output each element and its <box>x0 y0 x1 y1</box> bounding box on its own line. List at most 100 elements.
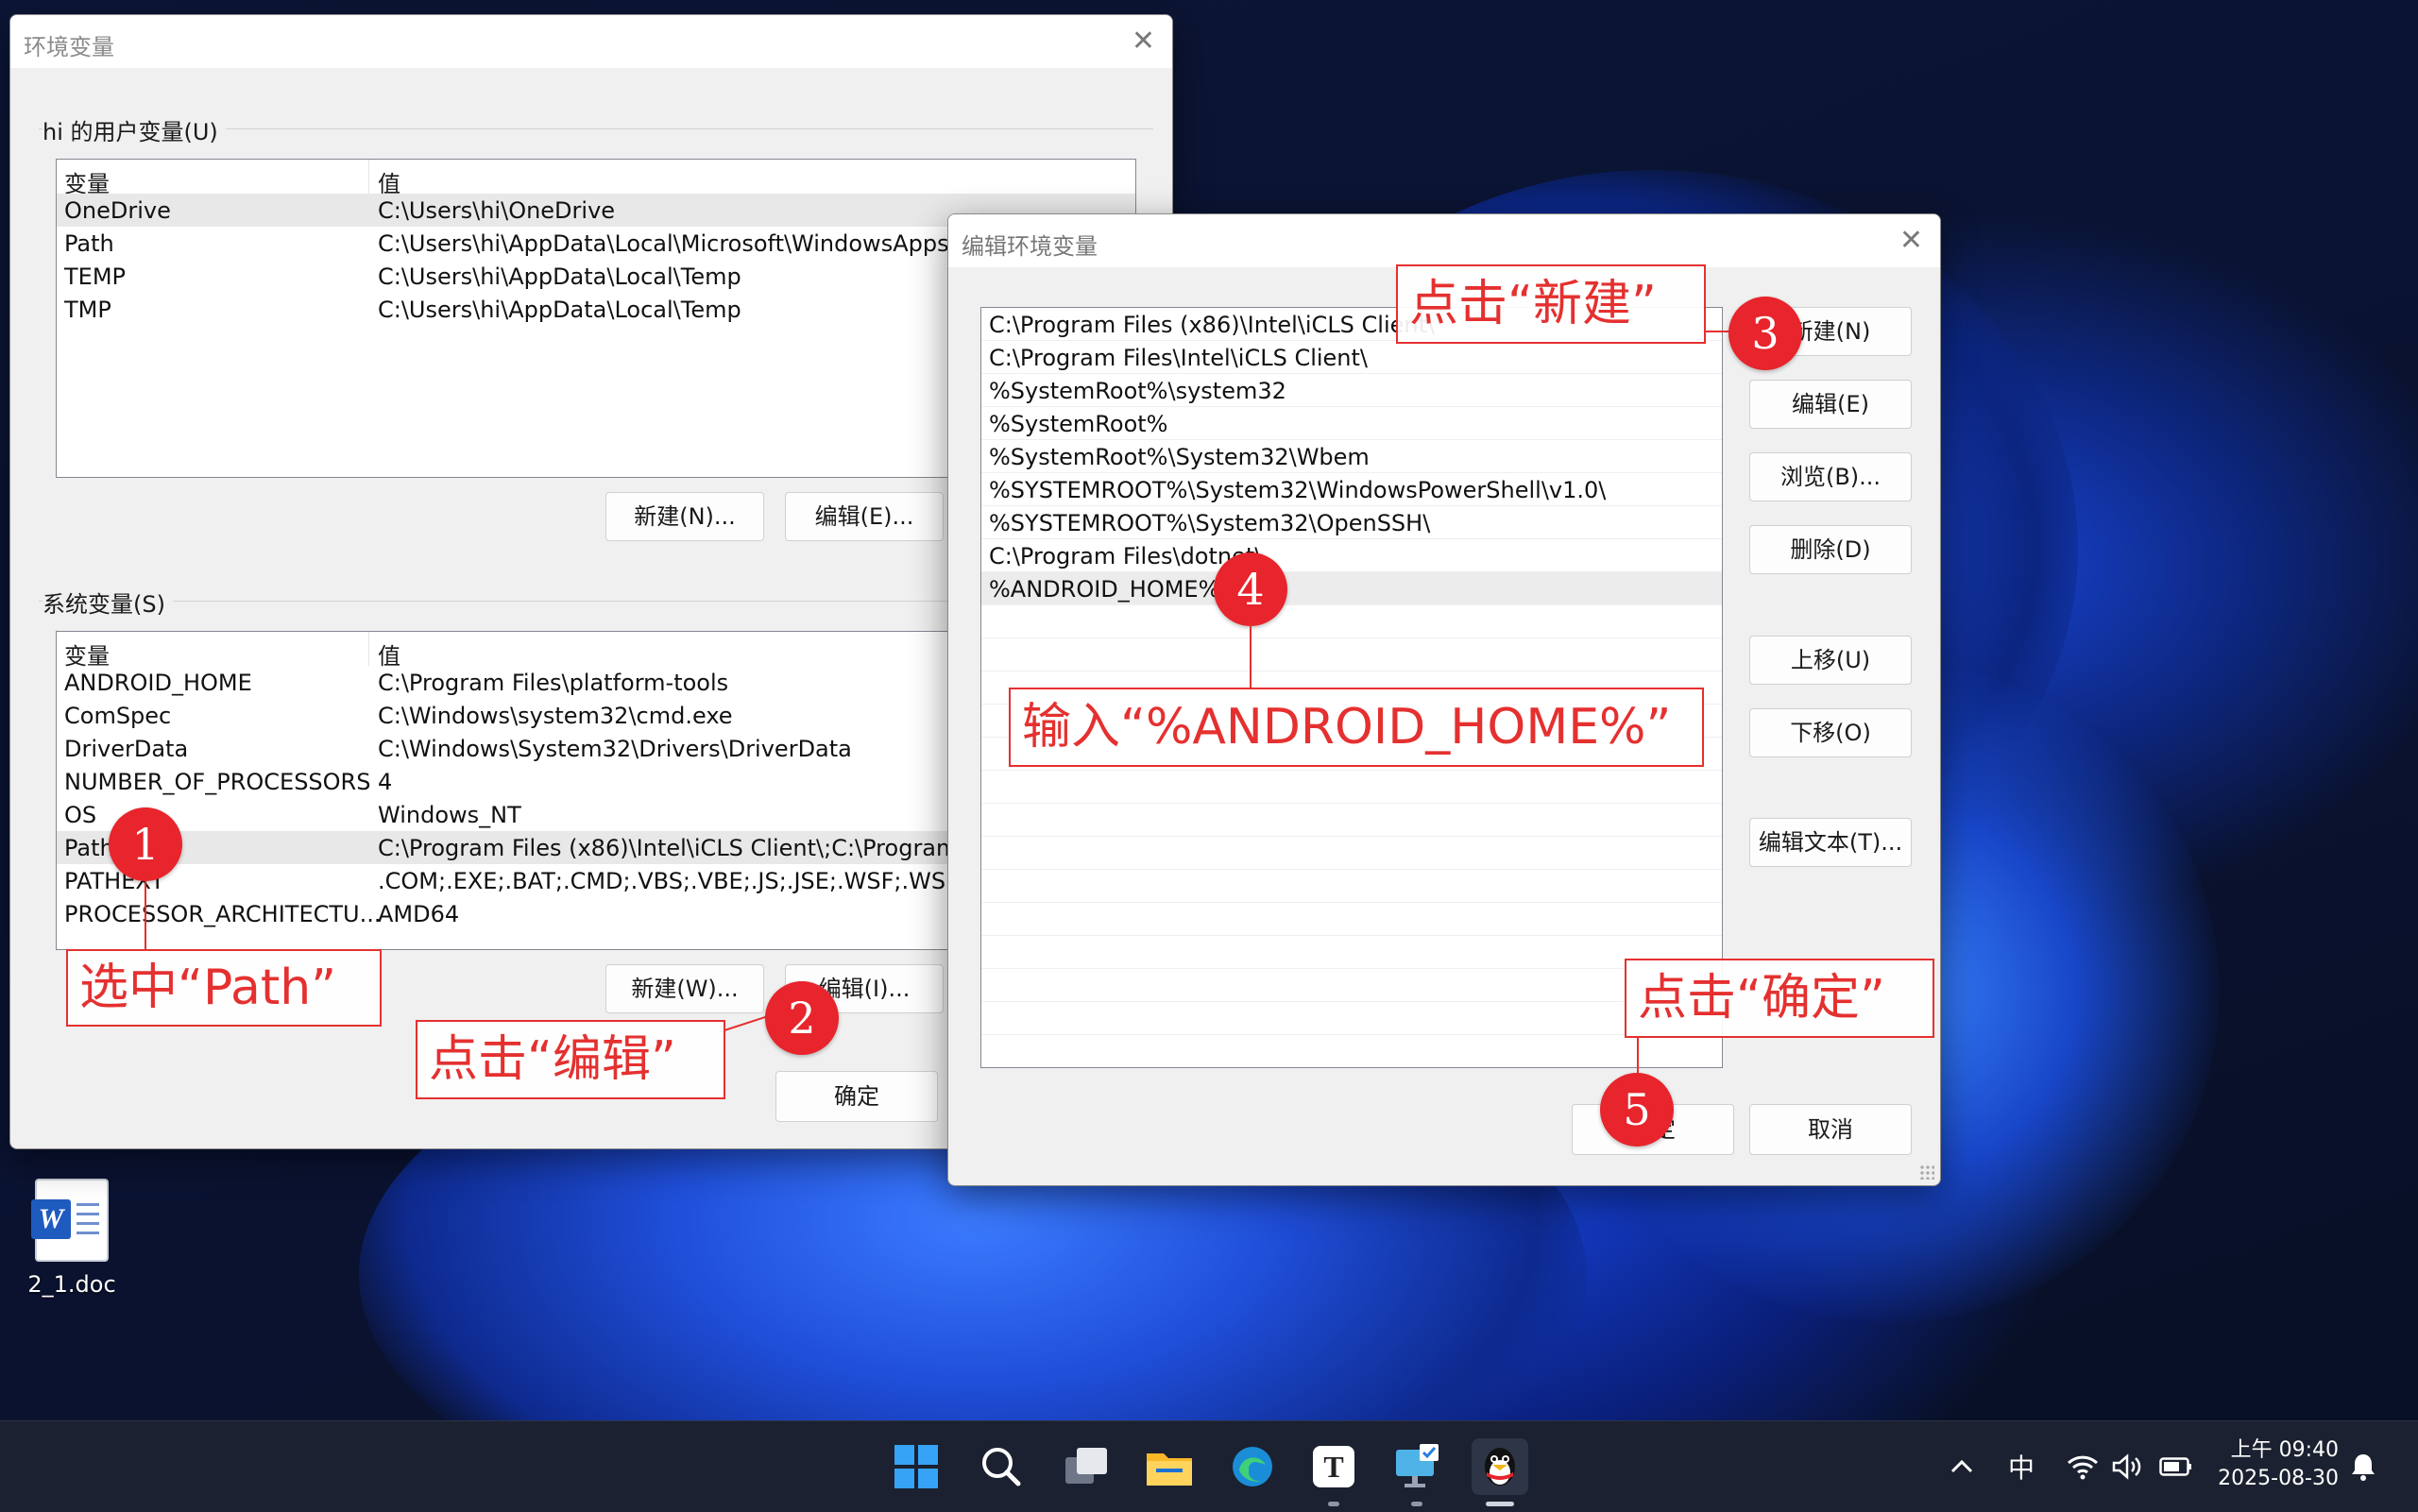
desktop-icon-doc[interactable]: W 2_1.doc <box>21 1179 123 1298</box>
entry-text: C:\Program Files (x86)\Intel\iCLS Client… <box>989 312 1436 338</box>
row-value: C:\Windows\system32\cmd.exe <box>378 703 733 729</box>
entry-text: %SystemRoot%\system32 <box>989 378 1286 404</box>
user-new-button[interactable]: 新建(N)... <box>605 492 764 541</box>
env-ok-button[interactable]: 确定 <box>775 1071 938 1122</box>
entry-text: %SYSTEMROOT%\System32\OpenSSH\ <box>989 510 1431 536</box>
delete-button[interactable]: 删除(D) <box>1749 525 1912 574</box>
list-item[interactable]: C:\Program Files\dotnet\ <box>981 539 1722 572</box>
wifi-icon <box>2067 1455 2099 1480</box>
entry-text: %SystemRoot% <box>989 411 1168 437</box>
list-item[interactable]: %SYSTEMROOT%\System32\OpenSSH\ <box>981 506 1722 539</box>
list-item[interactable]: %SystemRoot%\System32\Wbem <box>981 440 1722 473</box>
user-variables-label: hi 的用户变量(U) <box>43 113 226 146</box>
annotation-leader-line <box>1250 623 1252 688</box>
row-name: Path <box>64 230 114 257</box>
close-icon[interactable]: ✕ <box>1899 224 1923 257</box>
row-value: Windows_NT <box>378 802 521 828</box>
browse-button[interactable]: 浏览(B)... <box>1749 452 1912 501</box>
row-name: NUMBER_OF_PROCESSORS <box>64 769 371 795</box>
title-bar[interactable]: 编辑环境变量 ✕ <box>948 214 1940 267</box>
close-icon[interactable]: ✕ <box>1132 25 1155 58</box>
remote-desktop-button[interactable] <box>1388 1438 1445 1506</box>
move-up-button[interactable]: 上移(U) <box>1749 636 1912 685</box>
row-value: C:\Users\hi\AppData\Local\Temp <box>378 297 741 323</box>
step-4-callout: 输入“%ANDROID_HOME%” <box>1009 688 1704 767</box>
battery-button[interactable] <box>2159 1421 2193 1512</box>
text-editor-icon: T <box>1313 1446 1354 1487</box>
annotation-leader-line <box>1637 1038 1639 1076</box>
list-item[interactable]: %SystemRoot% <box>981 407 1722 440</box>
bell-icon <box>2352 1454 2375 1481</box>
move-down-button[interactable]: 下移(O) <box>1749 708 1912 757</box>
list-item[interactable]: %SYSTEMROOT%\System32\WindowsPowerShell\… <box>981 473 1722 506</box>
step-2-callout: 点击“编辑” <box>416 1020 725 1099</box>
remote-desktop-icon <box>1396 1444 1439 1487</box>
clock-date: 2025-08-30 <box>2218 1467 2339 1490</box>
edit-entry-button[interactable]: 编辑(E) <box>1749 380 1912 429</box>
row-name: ANDROID_HOME <box>64 670 252 696</box>
step-4-badge: 4 <box>1214 552 1287 626</box>
user-edit-button[interactable]: 编辑(E)... <box>785 492 944 541</box>
volume-button[interactable] <box>2112 1421 2142 1512</box>
typora-button[interactable]: T <box>1305 1438 1362 1506</box>
edge-icon <box>1233 1447 1272 1487</box>
chevron-up-icon <box>1950 1459 1973 1473</box>
clock-time: 上午 09:40 <box>2230 1438 2339 1462</box>
row-name: DriverData <box>64 736 189 762</box>
list-item[interactable]: C:\Program Files\Intel\iCLS Client\ <box>981 341 1722 374</box>
row-name: TEMP <box>64 263 127 290</box>
row-name: ComSpec <box>64 703 172 729</box>
entry-text: %SYSTEMROOT%\System32\WindowsPowerShell\… <box>989 477 1607 503</box>
task-view-button[interactable] <box>1058 1438 1115 1495</box>
list-item-selected[interactable]: %ANDROID_HOME% <box>981 572 1722 605</box>
row-value: C:\Users\hi\OneDrive <box>378 197 616 224</box>
step-1-callout: 选中“Path” <box>66 949 382 1027</box>
list-header: 变量 值 <box>57 160 1135 197</box>
task-view-icon <box>1065 1448 1107 1484</box>
window-title: 编辑环境变量 <box>962 233 1098 260</box>
step-1-badge: 1 <box>109 807 182 881</box>
window-title: 环境变量 <box>24 34 114 60</box>
system-variables-label: 系统变量(S) <box>43 586 173 619</box>
clock[interactable]: 上午 09:40 2025-08-30 <box>2218 1436 2339 1493</box>
network-button[interactable] <box>2067 1421 2099 1512</box>
list-item[interactable]: %SystemRoot%\system32 <box>981 374 1722 407</box>
row-value: AMD64 <box>378 901 460 927</box>
row-value: .COM;.EXE;.BAT;.CMD;.VBS;.VBE;.JS;.JSE;.… <box>378 868 1028 894</box>
edge-browser-button[interactable] <box>1224 1438 1281 1495</box>
title-bar[interactable]: 环境变量 ✕ <box>10 15 1172 68</box>
qq-penguin-icon <box>1485 1448 1515 1486</box>
entry-text: %ANDROID_HOME% <box>989 576 1220 603</box>
start-button[interactable] <box>888 1438 945 1495</box>
edit-text-button[interactable]: 编辑文本(T)... <box>1749 818 1912 867</box>
step-5-badge: 5 <box>1600 1073 1674 1147</box>
resize-grip[interactable] <box>1919 1164 1934 1180</box>
qq-button[interactable] <box>1472 1438 1528 1506</box>
entry-text: %SystemRoot%\System32\Wbem <box>989 444 1370 470</box>
folder-icon <box>1147 1453 1192 1486</box>
row-name: TMP <box>64 297 111 323</box>
speaker-icon <box>2112 1453 2141 1480</box>
row-value: C:\Program Files\platform-tools <box>378 670 729 696</box>
search-icon <box>982 1448 1021 1487</box>
row-value: C:\Users\hi\AppData\Local\Temp <box>378 263 741 290</box>
row-value: C:\Windows\System32\Drivers\DriverData <box>378 736 852 762</box>
edit-cancel-button[interactable]: 取消 <box>1749 1104 1912 1155</box>
taskbar: T 中 上午 09:40 2025-08-30 <box>0 1420 2418 1512</box>
row-name: OS <box>64 802 97 828</box>
row-value: C:\Program Files (x86)\Intel\iCLS Client… <box>378 835 959 861</box>
word-document-icon: W <box>31 1179 109 1262</box>
file-explorer-button[interactable] <box>1141 1438 1198 1495</box>
windows-logo-icon <box>894 1445 938 1488</box>
row-value: 4 <box>378 769 393 795</box>
row-value: C:\Users\hi\AppData\Local\Microsoft\Wind… <box>378 230 957 257</box>
ime-indicator[interactable]: 中 <box>2008 1421 2035 1512</box>
desktop-icon-label: 2_1.doc <box>27 1271 116 1298</box>
notifications-button[interactable] <box>2350 1421 2376 1512</box>
search-button[interactable] <box>973 1438 1030 1495</box>
row-name: Path <box>64 835 114 861</box>
system-new-button[interactable]: 新建(W)... <box>605 964 764 1013</box>
step-3-callout: 点击“新建” <box>1396 264 1706 344</box>
step-3-badge: 3 <box>1728 297 1802 370</box>
show-hidden-icons-button[interactable] <box>1950 1421 1974 1512</box>
